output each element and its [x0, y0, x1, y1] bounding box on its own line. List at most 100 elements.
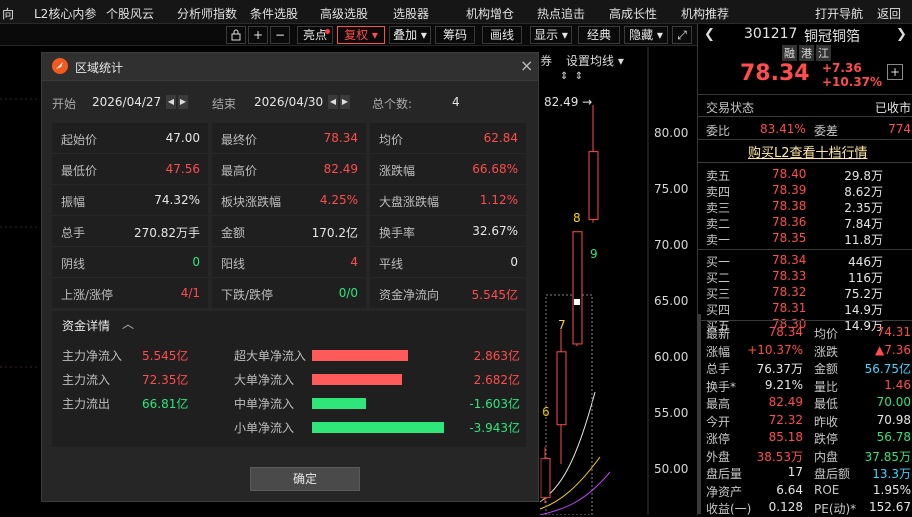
candle-body[interactable]: [588, 151, 599, 220]
level-price: 78.33: [772, 269, 807, 283]
trade-status-row: 交易状态 已收市: [706, 101, 911, 115]
draw-line-button[interactable]: 画线: [482, 26, 522, 44]
close-icon[interactable]: ×: [520, 56, 533, 75]
open-navigation-button[interactable]: 打开导航: [815, 5, 863, 22]
next-stock-icon[interactable]: ❯: [896, 27, 907, 42]
stat-value: 170.2亿: [311, 226, 358, 240]
menu-item-inst-increase[interactable]: 机构增仓: [466, 5, 514, 22]
adjust-rights-dropdown[interactable]: 复权 ▾: [337, 26, 385, 44]
stats-grid: 起始价 47.00 最终价 78.34 均价 62.84 最低价 47.56 最高价 82.49 涨…: [52, 123, 526, 309]
start-date[interactable]: 2026/04/27: [92, 95, 161, 109]
price-tick: 75.00: [654, 182, 689, 196]
stat-value: 78.34: [323, 131, 358, 145]
stat-cell: 起始价 47.00: [52, 123, 208, 153]
candle-body[interactable]: [540, 457, 551, 499]
stat-value: 0: [192, 255, 200, 269]
classic-button[interactable]: 经典: [578, 26, 620, 44]
stat-value: 4: [350, 255, 358, 269]
menu-item-partial[interactable]: 向: [2, 5, 14, 22]
notification-dot: [325, 29, 330, 34]
zoom-in-button[interactable]: +: [248, 26, 268, 44]
menu-item-inst-recommend[interactable]: 机构推荐: [681, 5, 729, 22]
bids-row[interactable]: 买二 78.33 116万: [698, 268, 912, 285]
quote-value: 1.46: [884, 377, 911, 392]
fullscreen-icon[interactable]: ⤢: [672, 26, 692, 44]
last-price: 78.34: [740, 61, 810, 86]
menu-item-condition-pick[interactable]: 条件选股: [250, 5, 298, 22]
stat-cell: 最低价 47.56: [52, 154, 208, 184]
candle-label: 7: [558, 318, 566, 332]
stat-cell: 均价 62.84: [370, 123, 526, 153]
chips-button[interactable]: 筹码: [435, 26, 475, 44]
bids-row[interactable]: 买一 78.34 446万: [698, 252, 912, 269]
lock-icon[interactable]: [226, 26, 246, 44]
quote-row: 外盘 38.53万 内盘 37.85万: [698, 447, 912, 464]
fund-detail-title: 资金详情: [62, 319, 111, 333]
asks-row[interactable]: 卖三 78.38 2.35万: [698, 198, 912, 215]
quote-value: 1.95%: [872, 482, 911, 497]
end-next-button[interactable]: ▶: [340, 95, 350, 109]
order-size-label: 大单净流入: [234, 373, 295, 387]
menu-item-analyst-index[interactable]: 分析师指数: [177, 5, 237, 22]
bids-row[interactable]: 买三 78.32 75.2万: [698, 284, 912, 301]
display-dropdown[interactable]: 显示 ▾: [530, 26, 572, 44]
order-size-label: 中单净流入: [234, 397, 295, 411]
highlights-button[interactable]: 亮点: [297, 26, 333, 44]
stat-value: 0/0: [338, 286, 358, 300]
level-price: 78.34: [772, 253, 807, 267]
overlay-dropdown[interactable]: 叠加 ▾: [389, 26, 431, 44]
bids-row[interactable]: 买四 78.31 14.9万: [698, 300, 912, 317]
level-label: 卖一: [706, 233, 731, 247]
menu-item-stock-story[interactable]: 个股风云: [106, 5, 154, 22]
buy-l2-link[interactable]: 购买L2查看十档行情: [748, 142, 868, 161]
fund-value: 5.545亿: [142, 349, 189, 363]
quote-label: 今开: [706, 414, 731, 429]
stat-label: 振幅: [61, 195, 86, 209]
stat-label: 下跌/跌停: [221, 288, 274, 302]
stat-cell: 上涨/涨停 4/1: [52, 278, 208, 308]
quote-label: 收益(一): [706, 502, 752, 516]
stat-label: 平线: [379, 257, 404, 271]
start-next-button[interactable]: ▶: [178, 95, 188, 109]
end-prev-button[interactable]: ◀: [328, 95, 338, 109]
quote-value: 38.53万: [756, 449, 803, 464]
quote-value: 0.128: [768, 500, 803, 514]
candle-body[interactable]: [572, 231, 583, 345]
candle-body[interactable]: [556, 351, 567, 426]
prev-stock-icon[interactable]: ❮: [704, 27, 715, 42]
quote-row: 换手* 9.21% 量比 1.46: [698, 377, 912, 394]
asks-row[interactable]: 卖四 78.39 8.62万: [698, 182, 912, 199]
collapse-chevron-icon[interactable]: ︿: [122, 315, 134, 332]
menu-item-l2-insight[interactable]: L2核心内参: [34, 5, 96, 22]
quote-value: 76.37万: [756, 362, 803, 376]
fund-flow-bar: [312, 374, 402, 385]
quote-label: 盘后量: [706, 467, 743, 481]
hide-dropdown[interactable]: 隐藏 ▾: [624, 26, 668, 44]
asks-row[interactable]: 卖二 78.36 7.84万: [698, 214, 912, 231]
end-date[interactable]: 2026/04/30: [254, 95, 323, 109]
quote-label: ROE: [814, 482, 840, 497]
menu-item-high-growth[interactable]: 高成长性: [609, 5, 657, 22]
level-volume: 11.8万: [844, 233, 883, 247]
add-watchlist-button[interactable]: +: [887, 64, 903, 80]
quote-value: ▲7.36: [875, 342, 911, 357]
stat-value: 47.56: [165, 162, 200, 176]
stat-cell: 资金净流向 5.545亿: [370, 278, 526, 308]
start-prev-button[interactable]: ◀: [166, 95, 176, 109]
quote-value: 70.98: [876, 412, 911, 427]
asks-row[interactable]: 卖一 78.35 11.8万: [698, 230, 912, 247]
dialog-title-bar[interactable]: 区域统计 ×: [42, 53, 538, 81]
stat-label: 最终价: [221, 133, 258, 147]
menu-item-hotspot[interactable]: 热点追击: [537, 5, 585, 22]
back-button[interactable]: 返回: [877, 5, 901, 22]
stat-label: 涨跌幅: [379, 164, 416, 178]
confirm-button[interactable]: 确定: [250, 467, 360, 491]
menu-item-advanced-pick[interactable]: 高级选股: [320, 5, 368, 22]
stat-value: 74.32%: [154, 193, 200, 207]
stat-cell: 换手率 32.67%: [370, 216, 526, 246]
scrollbar[interactable]: [698, 314, 701, 514]
menu-item-stock-picker[interactable]: 选股器: [393, 5, 429, 22]
zoom-out-button[interactable]: −: [270, 26, 290, 44]
stat-cell: 板块涨跌幅 4.25%: [212, 185, 366, 215]
asks-row[interactable]: 卖五 78.40 29.8万: [698, 166, 912, 183]
